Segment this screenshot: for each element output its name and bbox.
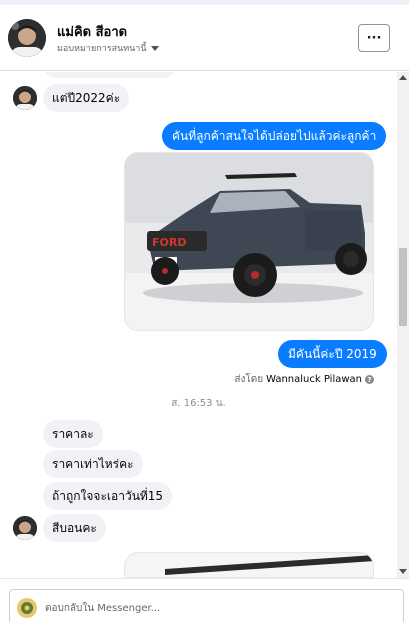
message-bubble-partial [43,72,177,78]
message-bubble-incoming: แต่ปี2022ค่ะ [43,84,130,112]
message-thread[interactable]: แต่ปี2022ค่ะ คันที่ลูกค้าสนใจได้ปล่อยไปแ… [0,72,397,578]
more-options-button[interactable]: ··· [358,24,390,52]
message-bubble-outgoing: มีคันนี้ค่ะปี 2019 [278,340,387,368]
message-bubble-incoming: ถ้าถูกใจจะเอาวันที่15 [43,482,173,510]
timestamp: ส. 16:53 น. [171,398,226,409]
reply-box[interactable] [9,589,404,622]
message-bubble-incoming: ราคาเท่าไหร่คะ [43,450,143,478]
assign-conversation-dropdown[interactable]: มอบหมายการสนทนานี้ [57,41,159,55]
contact-avatar-small [13,516,37,540]
scroll-down-arrow-icon[interactable] [399,569,407,574]
message-bubble-incoming: ราคาละ [43,420,103,448]
message-bubble-incoming: สีบอนคะ [43,514,106,542]
photo-partial[interactable] [124,552,374,578]
sent-by-indicator: ส่งโดย Wannaluck Pilawan ? [234,372,374,387]
scrollbar-thumb[interactable] [399,248,407,326]
reply-input[interactable] [45,599,385,617]
sent-by-prefix: ส่งโดย [234,374,264,385]
message-bubble-outgoing: คันที่ลูกค้าสนใจได้ปล่อยไปแล้วค่ะลูกค้า [162,122,387,150]
contact-avatar[interactable] [8,19,46,57]
truck-photo[interactable]: FORD [124,152,374,331]
caret-down-icon [150,45,159,51]
scroll-up-arrow-icon[interactable] [399,75,407,80]
page-avatar [17,598,37,618]
help-icon[interactable]: ? [365,375,374,384]
assign-conversation-label: มอบหมายการสนทนานี้ [57,44,147,54]
composer-bar [0,578,409,622]
contact-name[interactable]: แม่คิด สีอาด [57,21,127,42]
contact-avatar-small [13,86,37,110]
sent-by-name[interactable]: Wannaluck Pilawan [266,374,362,385]
thread-scrollbar[interactable] [397,72,409,578]
svg-text:FORD: FORD [152,236,186,249]
conversation-header: แม่คิด สีอาด มอบหมายการสนทนานี้ ··· [0,5,409,71]
